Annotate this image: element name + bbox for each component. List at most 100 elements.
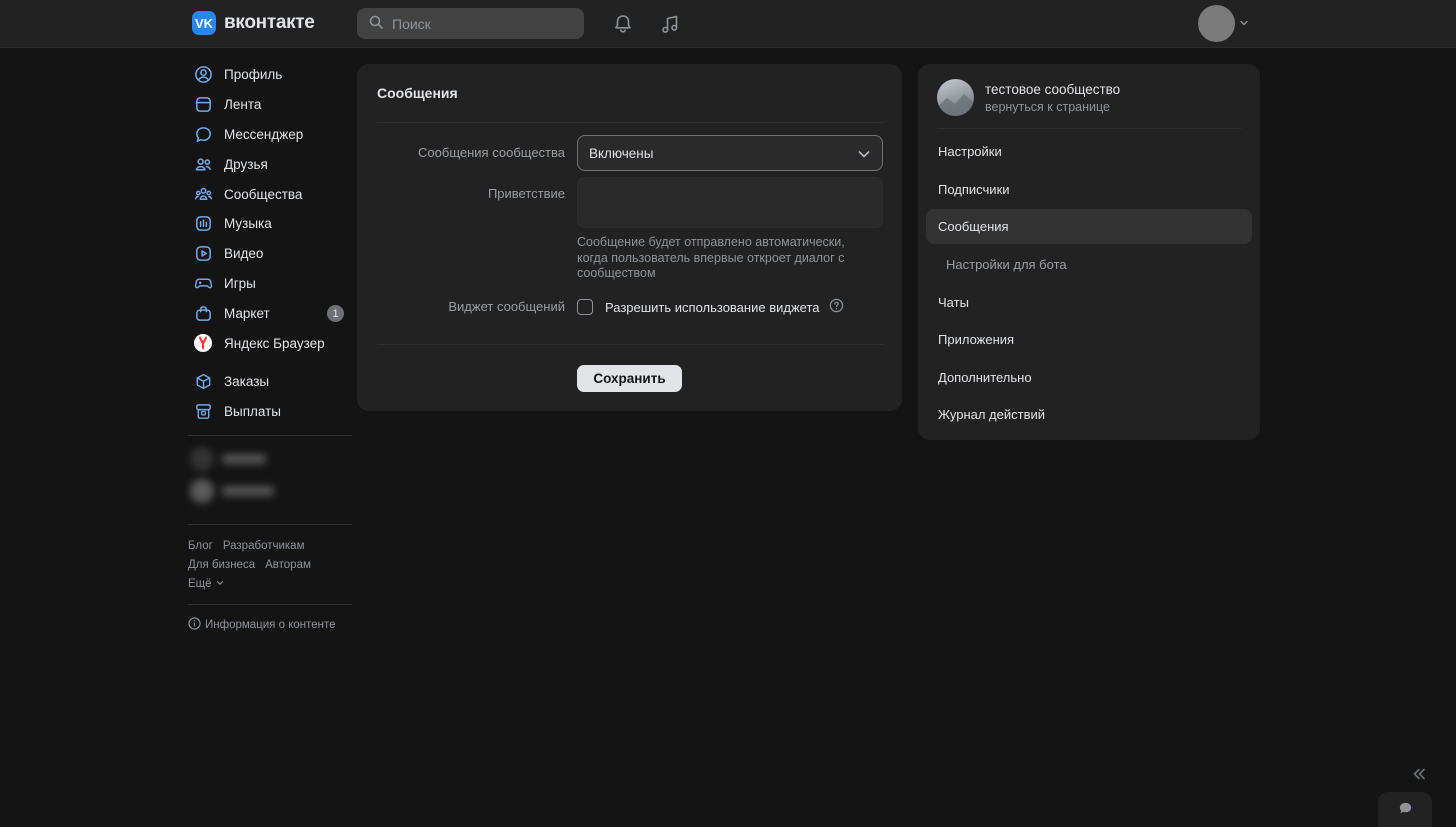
- collapse-chats-icon[interactable]: [1411, 766, 1427, 785]
- messages-status-select[interactable]: Включены: [577, 135, 883, 171]
- avatar: [1198, 5, 1235, 42]
- nav-item-label: Мессенджер: [224, 126, 304, 142]
- search-input[interactable]: [392, 15, 572, 32]
- footer-link-developers[interactable]: Разработчикам: [223, 540, 305, 552]
- menu-item-label: Сообщения: [938, 219, 1009, 234]
- widget-checkbox[interactable]: [577, 299, 593, 315]
- music-icon: [193, 214, 213, 234]
- market-bag-icon: [193, 303, 213, 323]
- nav-item-label: Заказы: [224, 374, 270, 390]
- info-icon: [188, 616, 201, 633]
- left-navigation: Профиль Лента Мессенджер Друзья Сообщест…: [188, 60, 352, 633]
- greeting-label: Приветствие: [487, 186, 565, 201]
- vk-logo-mark: VK: [192, 11, 216, 35]
- nav-item-payouts[interactable]: Выплаты: [188, 397, 352, 427]
- chevron-down-icon: [216, 578, 224, 590]
- footer-link-blog[interactable]: Блог: [188, 540, 213, 552]
- widget-checkbox-row[interactable]: Разрешить использование виджета: [577, 298, 844, 316]
- vk-logo[interactable]: VK вконтакте: [192, 11, 315, 35]
- profile-menu[interactable]: [1198, 5, 1249, 42]
- menu-item-label: Настройки для бота: [946, 257, 1067, 272]
- messages-settings-card: Сообщения Сообщения сообщества Включены …: [357, 64, 902, 411]
- nav-item-label: Профиль: [224, 67, 283, 83]
- menu-item-messages[interactable]: Сообщения: [926, 209, 1252, 244]
- save-button[interactable]: Сохранить: [577, 365, 682, 392]
- communities-icon: [193, 184, 213, 204]
- music-note-icon[interactable]: [658, 12, 682, 36]
- menu-item-bot-settings[interactable]: Настройки для бота: [926, 247, 1252, 282]
- menu-item-label: Журнал действий: [938, 407, 1046, 422]
- menu-item-chats[interactable]: Чаты: [926, 285, 1252, 320]
- message-icon: [193, 124, 213, 144]
- menu-item-label: Дополнительно: [938, 370, 1032, 385]
- menu-item-label: Чаты: [938, 295, 969, 310]
- community-header[interactable]: тестовое сообщество вернуться к странице: [937, 79, 1120, 116]
- nav-item-label: Маркет: [224, 305, 270, 321]
- menu-item-apps[interactable]: Приложения: [926, 322, 1252, 357]
- friends-icon: [193, 154, 213, 174]
- footer-more[interactable]: Ещё: [188, 575, 352, 594]
- nav-item-label: Сообщества: [224, 186, 303, 202]
- search-box[interactable]: [357, 8, 584, 39]
- chat-bubble-icon: [1398, 801, 1413, 819]
- gamepad-icon: [193, 273, 213, 293]
- greeting-hint: Сообщение будет отправлено автоматически…: [577, 235, 845, 280]
- divider: [377, 344, 883, 345]
- footer-link-business[interactable]: Для бизнеса: [188, 559, 255, 571]
- footer-link-more: Ещё: [188, 577, 212, 590]
- search-icon: [369, 15, 383, 32]
- nav-item-profile[interactable]: Профиль: [188, 60, 352, 90]
- widget-label: Виджет сообщений: [448, 299, 565, 314]
- chevron-down-icon: [857, 147, 871, 164]
- divider: [188, 523, 352, 525]
- divider: [937, 128, 1241, 129]
- bell-icon[interactable]: [611, 12, 635, 36]
- messages-label: Сообщения сообщества: [418, 145, 565, 160]
- menu-item-advanced[interactable]: Дополнительно: [926, 360, 1252, 395]
- menu-item-label: Приложения: [938, 332, 1015, 347]
- community-settings-menu: тестовое сообщество вернуться к странице…: [918, 64, 1260, 440]
- card-title: Сообщения: [377, 85, 458, 101]
- nav-item-label: Яндекс Браузер: [224, 335, 325, 351]
- divider: [377, 122, 883, 123]
- content-info-label: Информация о контенте: [205, 618, 336, 631]
- yandex-browser-icon: [193, 333, 213, 353]
- nav-item-market[interactable]: Маркет 1: [188, 298, 352, 328]
- user-circle-icon: [193, 65, 213, 85]
- nav-item-label: Видео: [224, 246, 264, 262]
- nav-item-games[interactable]: Игры: [188, 269, 352, 299]
- nav-item-orders[interactable]: Заказы: [188, 367, 352, 397]
- menu-item-action-log[interactable]: Журнал действий: [926, 397, 1252, 432]
- payout-icon: [193, 402, 213, 422]
- nav-item-label: Музыка: [224, 216, 272, 232]
- nav-item-yandex-browser[interactable]: Яндекс Браузер: [188, 328, 352, 358]
- menu-item-label: Настройки: [938, 144, 1002, 159]
- nav-item-communities[interactable]: Сообщества: [188, 179, 352, 209]
- back-to-page-link[interactable]: вернуться к странице: [985, 100, 1120, 114]
- community-avatar: [937, 79, 974, 116]
- help-icon[interactable]: [829, 298, 844, 316]
- nav-item-label: Игры: [224, 275, 256, 291]
- community-name: тестовое сообщество: [985, 81, 1121, 97]
- vk-logo-text: вконтакте: [224, 12, 315, 33]
- nav-item-label: Друзья: [224, 156, 268, 172]
- blurred-shortcuts: [188, 446, 352, 516]
- menu-item-settings[interactable]: Настройки: [926, 134, 1252, 169]
- greeting-textarea[interactable]: [577, 177, 883, 228]
- nav-item-messenger[interactable]: Мессенджер: [188, 120, 352, 150]
- widget-checkbox-label: Разрешить использование виджета: [605, 299, 820, 315]
- footer-link-authors[interactable]: Авторам: [265, 559, 311, 571]
- menu-item-label: Подписчики: [938, 182, 1010, 197]
- top-bar: VK вконтакте: [0, 0, 1456, 48]
- notification-badge: 1: [327, 305, 344, 323]
- blurred-item: [190, 478, 274, 503]
- nav-item-feed[interactable]: Лента: [188, 90, 352, 120]
- nav-item-music[interactable]: Музыка: [188, 209, 352, 239]
- menu-item-subscribers[interactable]: Подписчики: [926, 172, 1252, 207]
- chat-button[interactable]: [1378, 792, 1432, 827]
- feed-icon: [193, 95, 213, 115]
- footer-links: Блог Разработчикам Для бизнеса Авторам Ещё: [188, 537, 352, 594]
- nav-item-video[interactable]: Видео: [188, 239, 352, 269]
- content-info-link[interactable]: Информация о контенте: [188, 616, 352, 633]
- nav-item-friends[interactable]: Друзья: [188, 149, 352, 179]
